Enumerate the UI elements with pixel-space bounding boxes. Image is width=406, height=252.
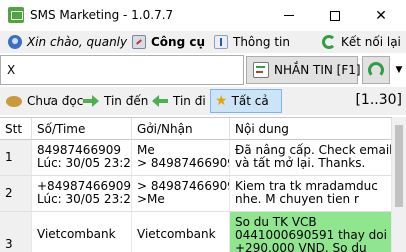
menu-info-label: Thông tin <box>233 35 290 49</box>
search-input[interactable] <box>0 55 244 85</box>
window-title: SMS Marketing - 1.0.7.7 <box>30 8 174 22</box>
unread-icon <box>6 95 22 107</box>
send-message-label: NHẮN TIN [F1] <box>274 63 361 77</box>
filter-all-button[interactable]: ★ Tất cả <box>210 89 282 113</box>
incoming-arrow-icon <box>83 95 99 107</box>
send-message-button[interactable]: NHẮN TIN [F1] <box>246 56 361 84</box>
menu-bar: Xin chào, quanly Công cụ Thông tin Kết n… <box>0 31 406 53</box>
row-sender-receiver: > 84987466909 >Me <box>132 176 230 212</box>
menu-tools[interactable]: Công cụ <box>132 33 205 51</box>
column-header-content[interactable]: Nội dung <box>230 118 392 140</box>
menu-reconnect[interactable]: Kết nối lại <box>322 33 401 51</box>
maximize-button[interactable] <box>312 0 358 31</box>
filter-incoming-button[interactable]: Tin đến <box>79 89 149 113</box>
scrollbar-thumb[interactable] <box>395 125 403 207</box>
reconnect-icon <box>322 35 336 49</box>
tools-icon <box>132 35 146 49</box>
app-icon <box>8 7 24 23</box>
refresh-icon <box>368 62 384 78</box>
messages-table[interactable]: Stt Số/Time Gởi/Nhận Nội dung 1 84987466… <box>0 117 392 252</box>
table-row[interactable]: 3 Vietcombank Vietcombank So du TK VCB 0… <box>0 212 392 252</box>
close-button[interactable]: ✕ <box>358 0 404 31</box>
menu-tools-label: Công cụ <box>151 35 206 49</box>
close-icon: ✕ <box>375 7 387 24</box>
filter-outgoing-label: Tin đi <box>173 94 206 108</box>
table-row[interactable]: 1 84987466909 Lúc: 30/05 23:27 Me > 8498… <box>0 140 392 176</box>
chevron-down-icon: ▼ <box>395 65 403 75</box>
minimize-icon <box>284 15 294 16</box>
filter-toolbar: Chưa đọc Tin đến Tin đi ★ Tất cả [1..30] <box>0 87 406 115</box>
menu-reconnect-label: Kết nối lại <box>341 35 401 49</box>
row-number-time: 84987466909 Lúc: 30/05 23:27 <box>32 140 132 176</box>
row-content: So du TK VCB 0441000690591 thay doi +290… <box>230 212 392 252</box>
page-range: [1..30] <box>355 92 402 108</box>
menu-user-greeting[interactable]: Xin chào, quanly <box>8 33 127 51</box>
filter-all-label: Tất cả <box>231 94 269 108</box>
outgoing-arrow-icon <box>152 95 168 107</box>
row-stt: 1 <box>0 140 32 176</box>
minimize-button[interactable] <box>266 0 312 31</box>
maximize-icon <box>330 10 340 21</box>
column-header-stt[interactable]: Stt <box>0 118 32 140</box>
vertical-scrollbar[interactable] <box>392 117 406 252</box>
star-icon: ★ <box>215 93 228 109</box>
row-stt: 2 <box>0 176 32 212</box>
menu-user-greeting-label: Xin chào, quanly <box>27 35 128 49</box>
filter-unread-button[interactable]: Chưa đọc <box>2 89 83 113</box>
row-content: Đã nâng cấp. Check email và tất mở lại. … <box>230 140 392 176</box>
user-icon <box>8 35 22 49</box>
filter-unread-label: Chưa đọc <box>27 94 84 108</box>
column-header-sender-receiver[interactable]: Gởi/Nhận <box>132 118 230 140</box>
title-bar: SMS Marketing - 1.0.7.7 ✕ <box>0 0 406 31</box>
menu-info[interactable]: Thông tin <box>214 33 290 51</box>
filter-outgoing-button[interactable]: Tin đi <box>148 89 208 113</box>
row-content: Kiem tra tk mradamduc nhe. M chuyen tien… <box>230 176 392 212</box>
info-icon <box>214 35 228 49</box>
row-number-time: Vietcombank <box>32 212 132 252</box>
row-sender-receiver: Vietcombank <box>132 212 230 252</box>
row-stt: 3 <box>0 212 32 252</box>
row-number-time: +84987466909 Lúc: 30/05 23:26 <box>32 176 132 212</box>
refresh-button[interactable] <box>362 56 390 84</box>
refresh-dropdown-button[interactable]: ▼ <box>392 56 406 84</box>
sms-icon <box>253 62 269 78</box>
table-row[interactable]: 2 +84987466909 Lúc: 30/05 23:26 > 849874… <box>0 176 392 212</box>
row-sender-receiver: Me > 84987466909 <box>132 140 230 176</box>
filter-incoming-label: Tin đến <box>104 94 149 108</box>
search-row: NHẮN TIN [F1] ▼ <box>0 55 406 85</box>
column-header-number-time[interactable]: Số/Time <box>32 118 132 140</box>
